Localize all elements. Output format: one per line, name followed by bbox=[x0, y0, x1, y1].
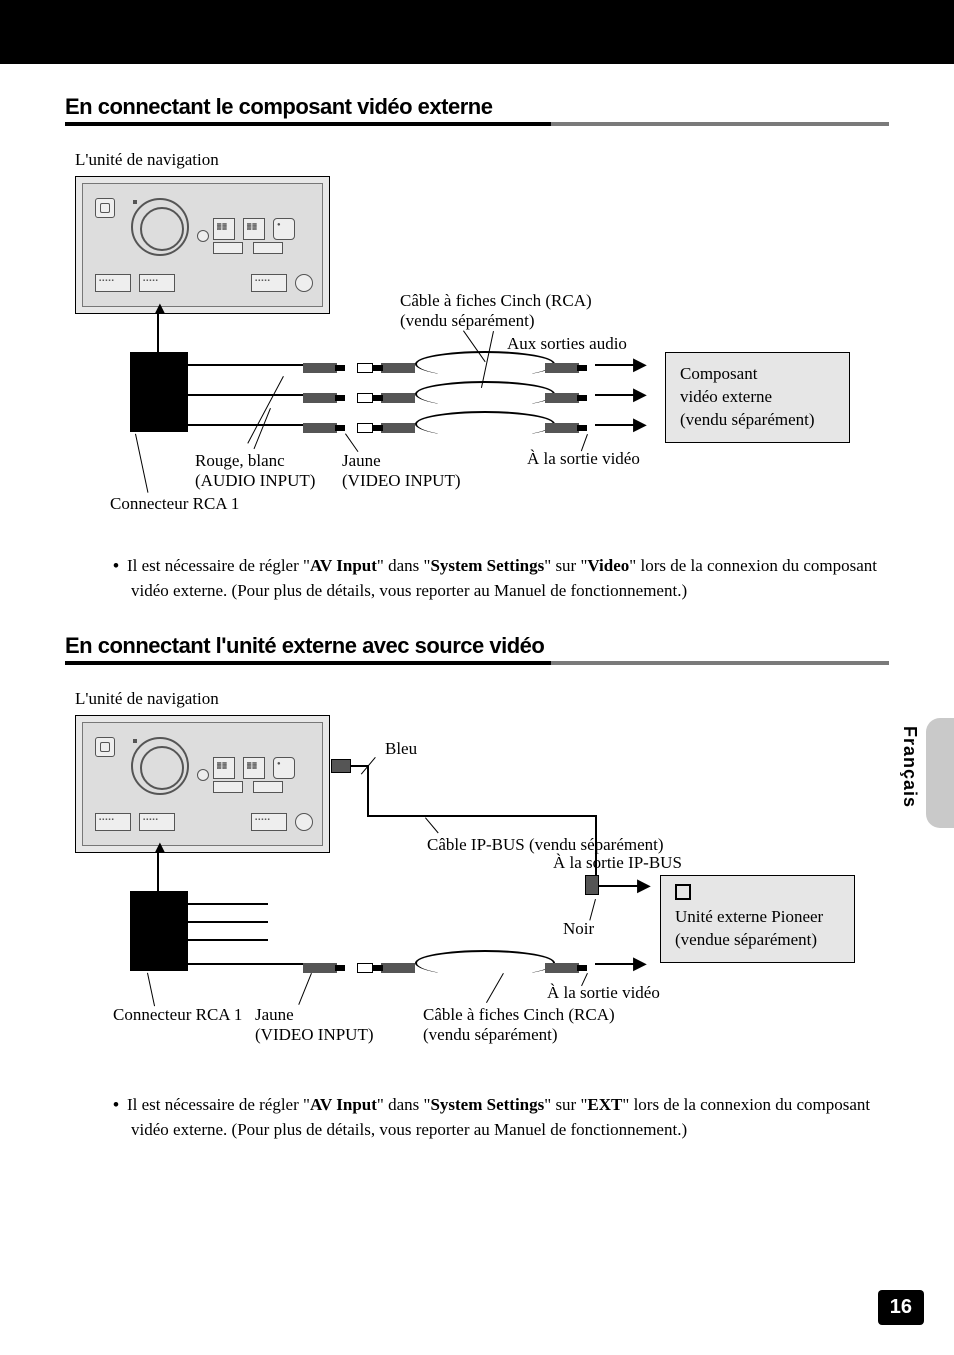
section2-heading: En connectant l'unité externe avec sourc… bbox=[65, 633, 889, 669]
s2-b1: AV Input bbox=[310, 1095, 377, 1114]
s2-m1: " dans " bbox=[377, 1095, 431, 1114]
page-content: En connectant le composant vidéo externe… bbox=[0, 64, 954, 1143]
yellow-label-1: Jaune bbox=[342, 451, 381, 471]
section1-heading: En connectant le composant vidéo externe bbox=[65, 94, 889, 130]
ext-comp-l2: vidéo externe bbox=[680, 386, 835, 409]
nav-unit-box-2: ▓▓ ▓▓ ● ▪▪▪▪▪ ▪▪▪▪▪ ▪▪▪▪▪ bbox=[75, 715, 330, 853]
diagram-1: ▓▓ ▓▓ ● ▪▪▪▪▪ ▪▪▪▪▪ ▪▪▪▪▪ ▲ bbox=[75, 176, 889, 536]
s1-m1: " dans " bbox=[377, 556, 431, 575]
heading-rule-2 bbox=[65, 661, 889, 665]
aux-audio-label: Aux sorties audio bbox=[507, 334, 627, 354]
section1-heading-text: En connectant le composant vidéo externe bbox=[65, 94, 492, 119]
ext-comp-l3: (vendu séparément) bbox=[680, 409, 835, 432]
s1-np: Il est nécessaire de régler " bbox=[127, 556, 310, 575]
section1-note: •Il est nécessaire de régler "AV Input" … bbox=[113, 554, 889, 603]
s2-b2: System Settings bbox=[430, 1095, 544, 1114]
to-video-out-2: À la sortie vidéo bbox=[547, 983, 660, 1003]
heading-rule-1 bbox=[65, 122, 889, 126]
ext-comp-l1: Composant bbox=[680, 363, 835, 386]
s2-np: Il est nécessaire de régler " bbox=[127, 1095, 310, 1114]
rca-conn-label-1: Connecteur RCA 1 bbox=[110, 494, 239, 514]
section2-heading-text: En connectant l'unité externe avec sourc… bbox=[65, 633, 544, 658]
nav-unit-caption-2: L'unité de navigation bbox=[75, 689, 889, 709]
red-white-label: Rouge, blanc bbox=[195, 451, 285, 471]
ext-unit-l2: (vendue séparément) bbox=[675, 929, 840, 952]
ipbus-plug-left bbox=[331, 759, 351, 773]
s1-m2: " sur " bbox=[544, 556, 587, 575]
harness-block-1 bbox=[130, 352, 188, 432]
rca-cable-sold-1: (vendu séparément) bbox=[400, 311, 535, 331]
diagram-2: ▓▓ ▓▓ ● ▪▪▪▪▪ ▪▪▪▪▪ ▪▪▪▪▪ ▶ Bleu Câble I… bbox=[75, 715, 889, 1075]
ipbus-port-icon bbox=[675, 884, 691, 900]
external-unit-box: Unité externe Pioneer (vendue séparément… bbox=[660, 875, 855, 963]
rca-cable-label-2: Câble à fiches Cinch (RCA) bbox=[423, 1005, 615, 1025]
s1-b3: Video bbox=[587, 556, 629, 575]
s1-b1: AV Input bbox=[310, 556, 377, 575]
s1-b2: System Settings bbox=[430, 556, 544, 575]
ext-unit-l1: Unité externe Pioneer bbox=[675, 906, 840, 929]
video-input-label-2: (VIDEO INPUT) bbox=[255, 1025, 374, 1045]
audio-input-label: (AUDIO INPUT) bbox=[195, 471, 315, 491]
section2-note: •Il est nécessaire de régler "AV Input" … bbox=[113, 1093, 889, 1142]
nav-unit-caption-1: L'unité de navigation bbox=[75, 150, 889, 170]
black-label: Noir bbox=[563, 919, 594, 939]
language-label: Français bbox=[899, 726, 920, 808]
page-number: 16 bbox=[878, 1290, 924, 1325]
language-tab bbox=[926, 718, 954, 828]
yellow-label-2: Jaune bbox=[255, 1005, 294, 1025]
blue-label: Bleu bbox=[385, 739, 417, 759]
rca-conn-label-2: Connecteur RCA 1 bbox=[113, 1005, 242, 1025]
rca-cable-label-1: Câble à fiches Cinch (RCA) bbox=[400, 291, 592, 311]
to-ipbus-label: À la sortie IP-BUS bbox=[553, 853, 682, 873]
top-black-bar bbox=[0, 0, 954, 64]
external-component-box: Composant vidéo externe (vendu séparémen… bbox=[665, 352, 850, 443]
harness-block-2 bbox=[130, 891, 188, 971]
video-input-label-1: (VIDEO INPUT) bbox=[342, 471, 461, 491]
s2-b3: EXT bbox=[587, 1095, 622, 1114]
rca-cable-sold-2: (vendu séparément) bbox=[423, 1025, 558, 1045]
ipbus-plug-right bbox=[585, 875, 599, 895]
nav-unit-box-1: ▓▓ ▓▓ ● ▪▪▪▪▪ ▪▪▪▪▪ ▪▪▪▪▪ bbox=[75, 176, 330, 314]
s2-m2: " sur " bbox=[544, 1095, 587, 1114]
to-video-out-1: À la sortie vidéo bbox=[527, 449, 640, 469]
